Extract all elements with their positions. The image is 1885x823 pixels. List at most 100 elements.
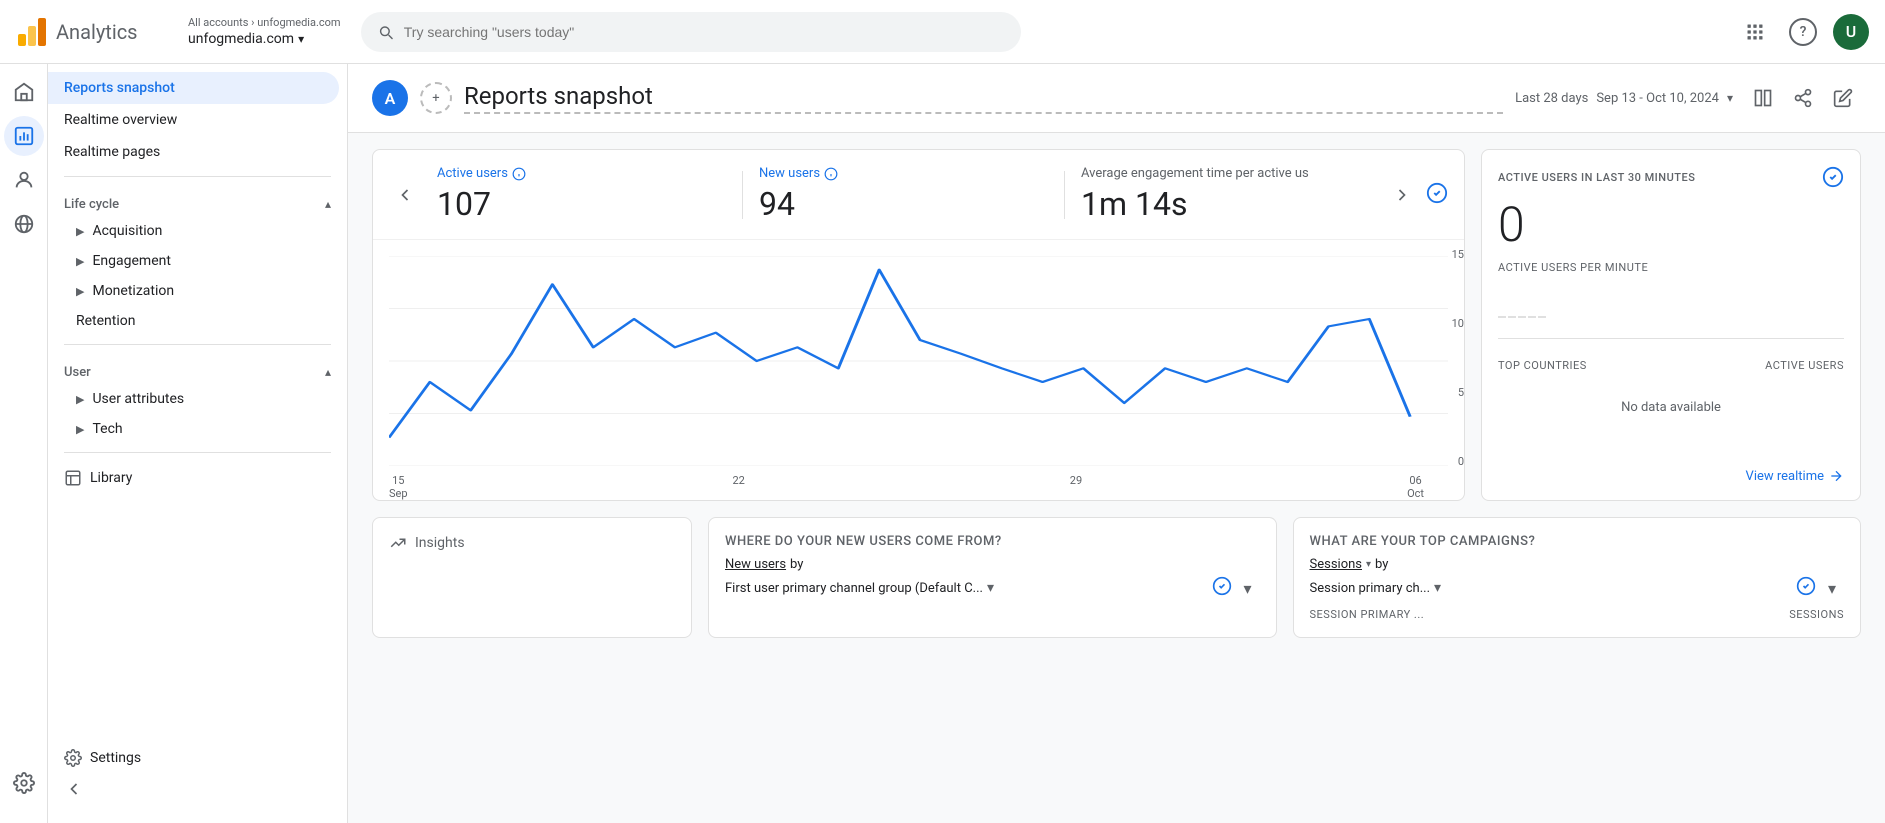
- engagement-time-label: Average engagement time per active us: [1081, 166, 1370, 181]
- realtime-sub-title: ACTIVE USERS PER MINUTE: [1498, 261, 1844, 274]
- nav-audience-icon[interactable]: [4, 160, 44, 200]
- campaigns-check-icon: [1796, 576, 1816, 596]
- nav-item-tech[interactable]: ▶ Tech: [48, 414, 347, 444]
- nav-divider-1: [64, 176, 331, 177]
- nav-advertising-icon[interactable]: [4, 204, 44, 244]
- nav-item-settings[interactable]: Settings: [48, 741, 348, 775]
- campaigns-dropdown-icon: ▾: [1434, 580, 1441, 596]
- view-realtime-arrow-icon: [1828, 468, 1844, 484]
- active-users-col-label: ACTIVE USERS: [1765, 359, 1844, 372]
- x-label-sep22: 22: [732, 474, 744, 500]
- channel-group-label: First user primary channel group (Defaul…: [725, 581, 983, 596]
- chart-area: 15 10 5 0 15 Sep 22: [373, 240, 1464, 500]
- settings-icon: [64, 749, 82, 767]
- realtime-big-number: 0: [1498, 196, 1844, 253]
- nav-section-user[interactable]: User: [48, 353, 347, 384]
- nav-home-icon[interactable]: [4, 72, 44, 112]
- nav-item-engagement[interactable]: ▶ Engagement: [48, 246, 347, 276]
- engagement-expand-icon: ▶: [76, 255, 84, 268]
- topbar: Analytics All accounts › unfogmedia.com …: [0, 0, 1885, 64]
- search-bar[interactable]: [361, 12, 1021, 52]
- view-realtime-link[interactable]: View realtime: [1498, 468, 1844, 484]
- metric-engagement-time: Average engagement time per active us 1m…: [1065, 166, 1386, 223]
- nav-divider-2: [64, 344, 331, 345]
- add-report-button[interactable]: +: [420, 82, 452, 114]
- app-title: Analytics: [56, 20, 138, 44]
- date-range-selector[interactable]: Last 28 days Sep 13 - Oct 10, 2024: [1515, 91, 1733, 106]
- acquisition-expand-icon: ▶: [76, 225, 84, 238]
- sessions-col: SESSIONS: [1789, 608, 1844, 621]
- grid-apps-button[interactable]: [1737, 14, 1773, 50]
- realtime-table-header: TOP COUNTRIES ACTIVE USERS: [1498, 355, 1844, 376]
- nav-item-retention[interactable]: Retention: [48, 306, 347, 336]
- realtime-divider: [1498, 338, 1844, 339]
- date-range-dropdown-icon: [1727, 91, 1733, 106]
- nav-item-monetization[interactable]: ▶ Monetization: [48, 276, 347, 306]
- compare-button[interactable]: [1745, 80, 1781, 116]
- x-label-sep15: 15 Sep: [389, 474, 408, 500]
- new-users-label[interactable]: New users: [759, 166, 1048, 181]
- nav-reports-icon[interactable]: [4, 116, 44, 156]
- account-selector[interactable]: All accounts › unfogmedia.com unfogmedia…: [188, 16, 341, 47]
- new-users-more-button[interactable]: ▾: [1236, 576, 1260, 600]
- x-label-sep29: 29: [1070, 474, 1082, 500]
- y-label-10: 10: [1452, 317, 1464, 330]
- y-label-15: 15: [1452, 248, 1464, 261]
- metrics-prev-button[interactable]: [389, 179, 421, 211]
- y-label-0: 0: [1458, 455, 1464, 468]
- logo: Analytics: [16, 16, 176, 48]
- monetization-expand-icon: ▶: [76, 285, 84, 298]
- campaigns-sub: Sessions ▾ by: [1310, 557, 1845, 572]
- new-users-card: WHERE DO YOUR NEW USERS COME FROM? New u…: [708, 517, 1277, 638]
- user-attributes-expand-icon: ▶: [76, 393, 84, 406]
- active-users-value: 107: [437, 185, 726, 223]
- metrics-check-icon: [1426, 182, 1448, 208]
- share-button[interactable]: [1785, 80, 1821, 116]
- library-icon: [64, 469, 82, 487]
- new-users-sub: New users by: [725, 557, 1260, 572]
- x-label-oct06: 06 Oct: [1407, 474, 1424, 500]
- new-users-title: WHERE DO YOUR NEW USERS COME FROM?: [725, 534, 1260, 549]
- active-users-info-icon: [512, 167, 526, 181]
- help-button[interactable]: ?: [1789, 18, 1817, 46]
- nav-item-realtime-pages[interactable]: Realtime pages: [48, 136, 339, 168]
- nav-item-user-attributes[interactable]: ▶ User attributes: [48, 384, 347, 414]
- nav-item-realtime-overview[interactable]: Realtime overview: [48, 104, 339, 136]
- metric-new-users: New users 94: [743, 166, 1064, 223]
- date-range-value: Sep 13 - Oct 10, 2024: [1596, 91, 1719, 106]
- layout: Reports snapshot Realtime overview Realt…: [0, 64, 1885, 823]
- insights-chart-icon: [389, 534, 407, 552]
- campaigns-channel-row: Session primary ch... ▾ ▾: [1310, 576, 1845, 600]
- topbar-icons: ? U: [1737, 14, 1869, 50]
- session-channel-label: Session primary ch...: [1310, 581, 1431, 596]
- campaigns-table-header: SESSION PRIMARY ... SESSIONS: [1310, 608, 1845, 621]
- nav-divider-3: [64, 452, 331, 453]
- customize-button[interactable]: [1825, 80, 1861, 116]
- nav-item-reports-snapshot[interactable]: Reports snapshot: [48, 72, 339, 104]
- y-label-5: 5: [1458, 386, 1464, 399]
- metrics-next-button[interactable]: [1386, 179, 1418, 211]
- tech-expand-icon: ▶: [76, 423, 84, 436]
- collapse-sidebar-button[interactable]: [56, 771, 92, 807]
- main-analytics-card: Active users 107 New users: [372, 149, 1465, 501]
- insights-card: Insights: [372, 517, 692, 638]
- page-header: A + Reports snapshot Last 28 days Sep 13…: [348, 64, 1885, 133]
- report-avatar: A: [372, 80, 408, 116]
- active-users-label[interactable]: Active users: [437, 166, 726, 181]
- header-icon-group: [1745, 80, 1861, 116]
- campaigns-more-button[interactable]: ▾: [1820, 576, 1844, 600]
- account-name[interactable]: unfogmedia.com: [188, 31, 341, 47]
- nav-item-acquisition[interactable]: ▶ Acquisition: [48, 216, 347, 246]
- no-data-message: No data available: [1498, 384, 1844, 431]
- nav-sidebar: Reports snapshot Realtime overview Realt…: [48, 64, 348, 823]
- nav-item-library[interactable]: Library: [48, 461, 339, 495]
- nav-settings-bottom-icon[interactable]: [4, 763, 44, 803]
- search-input[interactable]: [404, 24, 1005, 40]
- date-range-label: Last 28 days: [1515, 91, 1588, 106]
- nav-section-lifecycle[interactable]: Life cycle: [48, 185, 347, 216]
- user-avatar[interactable]: U: [1833, 14, 1869, 50]
- metric-active-users: Active users 107: [421, 166, 742, 223]
- page-title: Reports snapshot: [464, 82, 1503, 114]
- account-dropdown-icon: [298, 31, 304, 47]
- channel-dropdown-icon: ▾: [987, 580, 994, 596]
